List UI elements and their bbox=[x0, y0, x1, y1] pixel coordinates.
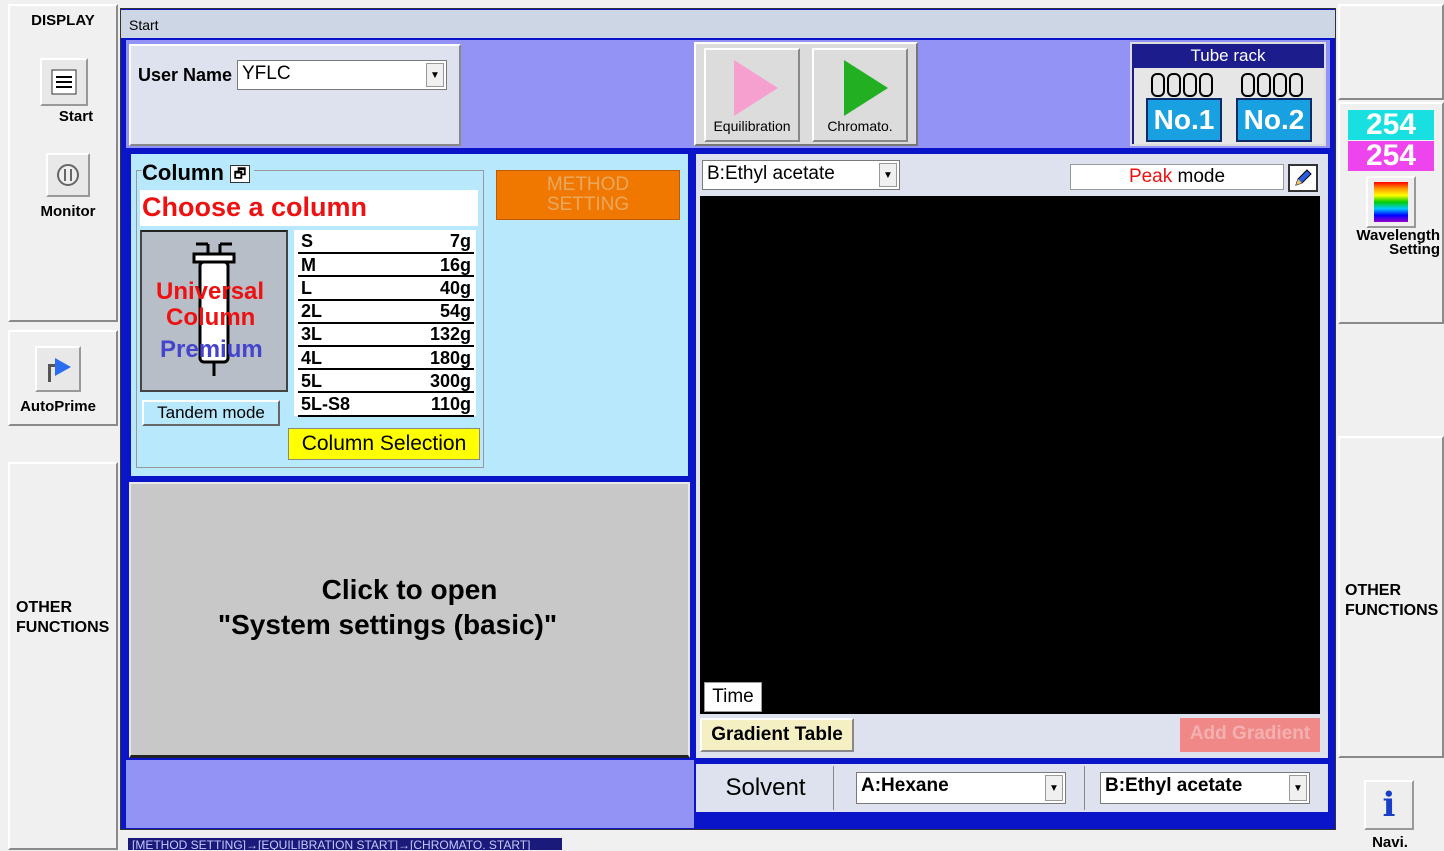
column-image-button[interactable]: Universal Column Premium bbox=[140, 230, 288, 392]
column-selection-button[interactable]: Column Selection bbox=[288, 428, 480, 460]
start-button[interactable]: Start bbox=[26, 58, 102, 125]
solvent-a-value: A:Hexane bbox=[861, 775, 949, 796]
tubes-icon-2 bbox=[1241, 73, 1303, 97]
chart-solvent-value: B:Ethyl acetate bbox=[707, 163, 835, 184]
info-icon: i bbox=[1382, 785, 1396, 825]
equilibration-label: Equilibration bbox=[713, 118, 791, 134]
right-top-panel bbox=[1338, 4, 1444, 100]
autoprime-button[interactable]: AutoPrime bbox=[10, 346, 106, 415]
window-title: Start bbox=[121, 10, 1335, 38]
table-row[interactable]: 4L 180g bbox=[298, 345, 474, 371]
system-settings-button[interactable]: Click to open "System settings (basic)" bbox=[129, 482, 690, 758]
monitor-icon bbox=[46, 153, 90, 197]
autoprime-arrow-icon bbox=[35, 346, 81, 392]
solvent-divider bbox=[1084, 766, 1085, 810]
chevron-down-icon: ▼ bbox=[1289, 775, 1307, 801]
peak-word: Peak bbox=[1128, 166, 1173, 187]
tube-rack-title: Tube rack bbox=[1190, 46, 1266, 65]
solvent-b-value: B:Ethyl acetate bbox=[1105, 775, 1243, 796]
system-settings-line1: Click to open bbox=[321, 574, 498, 605]
column-brand-line1: Universal bbox=[156, 278, 265, 305]
mode-word: mode bbox=[1172, 166, 1226, 187]
equilibration-button[interactable]: Equilibration bbox=[704, 48, 800, 142]
user-name-select[interactable]: YFLC ▼ bbox=[237, 60, 447, 90]
chart-solvent-select[interactable]: B:Ethyl acetate ▼ bbox=[702, 160, 900, 190]
tubes-icon-1 bbox=[1151, 73, 1213, 97]
rainbow-icon bbox=[1366, 176, 1416, 228]
navi-button[interactable]: i bbox=[1364, 780, 1414, 830]
right-other-functions-label: OTHER FUNCTIONS bbox=[1345, 582, 1439, 619]
chromato-button[interactable]: Chromato. bbox=[812, 48, 908, 142]
table-row[interactable]: 2L 54g bbox=[298, 299, 474, 324]
column-label: Column 🗗 bbox=[142, 160, 255, 186]
table-row[interactable]: 5L 300g bbox=[298, 369, 474, 394]
column-size-table: S 7g M 16g L 40g 2L 54g 3L 132g 4L 180g 5L 300g… bbox=[294, 230, 476, 417]
monitor-button[interactable]: Monitor bbox=[30, 153, 106, 220]
left-other-functions-label: OTHER FUNCTIONS bbox=[16, 599, 110, 636]
solvent-label: Solvent bbox=[698, 766, 834, 810]
window-restore-icon[interactable]: 🗗 bbox=[230, 165, 251, 184]
display-label: DISPLAY bbox=[31, 12, 95, 29]
table-row[interactable]: 5L-S8 110g bbox=[298, 392, 474, 417]
add-gradient-button[interactable]: Add Gradient bbox=[1180, 718, 1320, 752]
chevron-down-icon: ▼ bbox=[426, 63, 444, 87]
left-other-functions-button[interactable] bbox=[8, 462, 118, 850]
start-label: Start bbox=[58, 108, 94, 125]
pencil-icon bbox=[1295, 169, 1312, 186]
play-green-icon bbox=[844, 60, 888, 116]
wavelength-setting-label: Wavelength Setting bbox=[1356, 227, 1440, 258]
solvent-b-select[interactable]: B:Ethyl acetate ▼ bbox=[1100, 772, 1310, 804]
tandem-mode-button[interactable]: Tandem mode bbox=[142, 400, 280, 426]
chevron-down-icon: ▼ bbox=[879, 163, 897, 187]
table-row[interactable]: M 16g bbox=[298, 253, 474, 278]
column-brand-line3: Premium bbox=[160, 336, 263, 363]
bottom-band bbox=[126, 760, 694, 828]
start-list-icon bbox=[40, 58, 88, 106]
table-row[interactable]: S 7g bbox=[298, 230, 474, 255]
monitor-label: Monitor bbox=[40, 203, 96, 220]
chromato-label: Chromato. bbox=[827, 118, 893, 134]
user-name-label: User Name bbox=[138, 65, 233, 85]
solvent-a-select[interactable]: A:Hexane ▼ bbox=[856, 772, 1066, 804]
wavelength-2: 254 bbox=[1348, 141, 1434, 171]
gradient-table-button[interactable]: Gradient Table bbox=[700, 718, 854, 752]
status-bar: [METHOD SETTING]→[EQUILIBRATION START]→[… bbox=[128, 838, 562, 850]
chromatogram-area[interactable] bbox=[700, 196, 1320, 714]
column-brand-line2: Column bbox=[166, 304, 256, 331]
tube-rack-no1-button[interactable]: No.1 bbox=[1146, 98, 1222, 142]
navi-label: Navi. bbox=[1372, 834, 1408, 851]
edit-pencil-button[interactable] bbox=[1288, 164, 1318, 192]
play-pink-icon bbox=[734, 60, 778, 116]
user-name-value: YFLC bbox=[242, 63, 291, 84]
table-row[interactable]: 3L 132g bbox=[298, 322, 474, 347]
time-label: Time bbox=[704, 682, 762, 712]
choose-column-text: Choose a column bbox=[140, 190, 478, 226]
method-setting-button[interactable]: METHOD SETTING bbox=[496, 170, 680, 220]
peak-mode-field[interactable]: Peak mode bbox=[1070, 164, 1284, 190]
table-row[interactable]: L 40g bbox=[298, 276, 474, 301]
autoprime-label: AutoPrime bbox=[20, 398, 96, 415]
chevron-down-icon: ▼ bbox=[1045, 775, 1063, 801]
system-settings-line2: "System settings (basic)" bbox=[217, 609, 558, 640]
wavelength-1: 254 bbox=[1348, 110, 1434, 140]
tube-rack-no2-button[interactable]: No.2 bbox=[1236, 98, 1312, 142]
